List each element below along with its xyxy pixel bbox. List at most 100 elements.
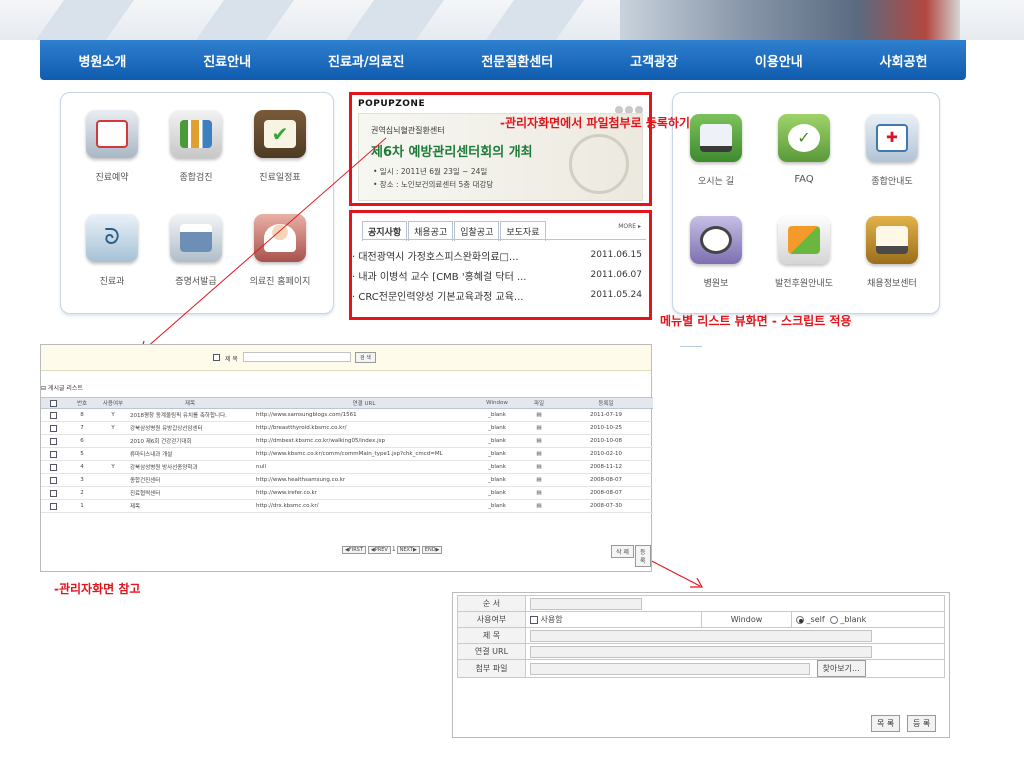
list-button[interactable]: 목 록 — [871, 715, 901, 732]
row-date: 2008-08-07 — [559, 473, 653, 487]
row-url: http://www.irefer.co.kr — [253, 486, 475, 500]
row-number: 7 — [65, 421, 99, 435]
file-path-input[interactable] — [530, 662, 810, 675]
file-icon[interactable]: ▤ — [519, 499, 559, 513]
row-checkbox[interactable] — [49, 489, 57, 497]
row-title[interactable]: 류마티스내과 개설 — [127, 447, 253, 461]
window-self-label: _self — [806, 615, 825, 624]
row-url: http://breastthyroid.kbsmc.co.kr/ — [253, 421, 475, 435]
order-input[interactable] — [530, 597, 642, 610]
row-checkbox[interactable] — [49, 450, 57, 458]
row-title[interactable]: 강북삼성병원 방사선종양학과 — [127, 460, 253, 474]
title-cell — [525, 627, 945, 644]
row-number: 3 — [65, 473, 99, 487]
row-title[interactable]: 제목 — [127, 499, 253, 513]
row-title[interactable]: 2010 제6회 건강걷기대회 — [127, 434, 253, 448]
delete-button[interactable]: 삭 제 — [611, 545, 634, 558]
row-title[interactable]: 종합건진센터 — [127, 473, 253, 487]
table-row[interactable]: 8 Y 2018평창 동계올림픽 유치를 축하합니다. http://www.sams… — [41, 408, 653, 422]
select-all-checkbox[interactable] — [49, 399, 57, 407]
order-cell — [525, 595, 945, 612]
row-window: _blank — [475, 486, 519, 500]
use-checkbox[interactable] — [530, 615, 538, 624]
row-date: 2011-07-19 — [559, 408, 653, 422]
file-icon[interactable]: ▤ — [519, 434, 559, 448]
file-icon[interactable]: ▤ — [519, 486, 559, 500]
admin-search-input[interactable] — [243, 352, 351, 362]
row-select — [41, 473, 65, 487]
file-icon[interactable]: ▤ — [519, 421, 559, 435]
row-window: _blank — [475, 460, 519, 474]
row-number: 8 — [65, 408, 99, 422]
file-icon[interactable]: ▤ — [519, 447, 559, 461]
row-select — [41, 434, 65, 448]
file-icon[interactable]: ▤ — [519, 473, 559, 487]
row-checkbox[interactable] — [49, 476, 57, 484]
column-header-select — [41, 397, 65, 409]
column-header-use: 사용여부 — [99, 397, 127, 409]
table-row[interactable]: 5 류마티스내과 개설 http://www.kbsmc.co.kr/comm/co… — [41, 447, 653, 461]
row-use: Y — [99, 421, 127, 435]
row-use — [99, 473, 127, 487]
file-icon[interactable]: ▤ — [519, 408, 559, 422]
row-select — [41, 460, 65, 474]
search-title-checkbox[interactable] — [213, 354, 220, 361]
row-checkbox[interactable] — [49, 411, 57, 419]
registration-form: 순 서 사용여부 사용함 Window _self _blank 제 목 연결 … — [452, 592, 950, 738]
table-row[interactable]: 4 Y 강북삼성병원 방사선종양학과 null _blank ▤ 2008-11-12 — [41, 460, 653, 474]
row-url: http://dmbest.kbsmc.co.kr/walking05/inde… — [253, 434, 475, 448]
row-date: 2010-10-25 — [559, 421, 653, 435]
table-row[interactable]: 7 Y 강북삼성병원 유방갑상선암센터 http://breastthyroid.kb… — [41, 421, 653, 435]
browse-button[interactable]: 찾아보기... — [816, 660, 866, 677]
table-row[interactable]: 3 종합건진센터 http://www.healthsamsung.co.kr _bl… — [41, 473, 653, 487]
window-self-radio[interactable] — [796, 615, 804, 624]
registration-form-table: 순 서 사용여부 사용함 Window _self _blank 제 목 연결 … — [457, 595, 945, 678]
admin-search-bar: 제 목 검 색 — [41, 345, 651, 371]
row-checkbox[interactable] — [49, 502, 57, 510]
page-first-button[interactable]: ◀FIRST — [342, 546, 366, 554]
row-date: 2010-10-08 — [559, 434, 653, 448]
file-icon[interactable]: ▤ — [519, 460, 559, 474]
row-select — [41, 486, 65, 500]
row-use: Y — [99, 408, 127, 422]
row-checkbox[interactable] — [49, 463, 57, 471]
file-label: 첨부 파일 — [457, 659, 526, 678]
row-checkbox[interactable] — [49, 424, 57, 432]
page-number[interactable]: 1 — [392, 546, 396, 553]
row-select — [41, 408, 65, 422]
url-input[interactable] — [530, 645, 872, 658]
window-blank-radio[interactable] — [829, 615, 838, 624]
page-prev-button[interactable]: ◀PREV — [367, 546, 391, 554]
row-window: _blank — [475, 499, 519, 513]
order-label: 순 서 — [457, 595, 526, 612]
column-header-number: 번호 — [65, 397, 99, 409]
window-cell: _self _blank — [791, 611, 945, 628]
column-header-window: Window — [475, 397, 519, 409]
row-url: http://www.healthsamsung.co.kr — [253, 473, 475, 487]
row-use — [99, 499, 127, 513]
pagination: ◀FIRST ◀PREV 1 NEXT▶ END▶ — [341, 546, 443, 554]
row-url: http://www.samsungblogs.com/1561 — [253, 408, 475, 422]
page-next-button[interactable]: NEXT▶ — [396, 546, 420, 554]
row-use — [99, 486, 127, 500]
table-row[interactable]: 1 제목 http://drx.kbsmc.co.kr/_blank ▤ 2008-07… — [41, 499, 653, 513]
table-row[interactable]: 2 진료협력센터 http://www.irefer.co.kr _blank ▤ 200… — [41, 486, 653, 500]
row-number: 1 — [65, 499, 99, 513]
row-title[interactable]: 강북삼성병원 유방갑상선암센터 — [127, 421, 253, 435]
title-input[interactable] — [530, 629, 872, 642]
row-checkbox[interactable] — [49, 437, 57, 445]
row-title[interactable]: 진료협력센터 — [127, 486, 253, 500]
page-end-button[interactable]: END▶ — [421, 546, 443, 554]
title-label: 제 목 — [457, 627, 526, 644]
use-checkbox-label: 사용함 — [540, 615, 563, 624]
row-date: 2008-11-12 — [559, 460, 653, 474]
admin-search-button[interactable]: 검 색 — [355, 352, 376, 363]
row-url: http://www.kbsmc.co.kr/comm/commMain_typ… — [253, 447, 475, 461]
table-row[interactable]: 6 2010 제6회 건강걷기대회 http://dmbest.kbsmc.co.k… — [41, 434, 653, 448]
row-title[interactable]: 2018평창 동계올림픽 유치를 축하합니다. — [127, 408, 253, 422]
form-register-button[interactable]: 등 록 — [907, 715, 937, 732]
arrow-head — [690, 577, 704, 588]
window-blank-label: _blank — [840, 615, 867, 624]
register-button[interactable]: 등 록 — [635, 545, 651, 567]
row-number: 6 — [65, 434, 99, 448]
